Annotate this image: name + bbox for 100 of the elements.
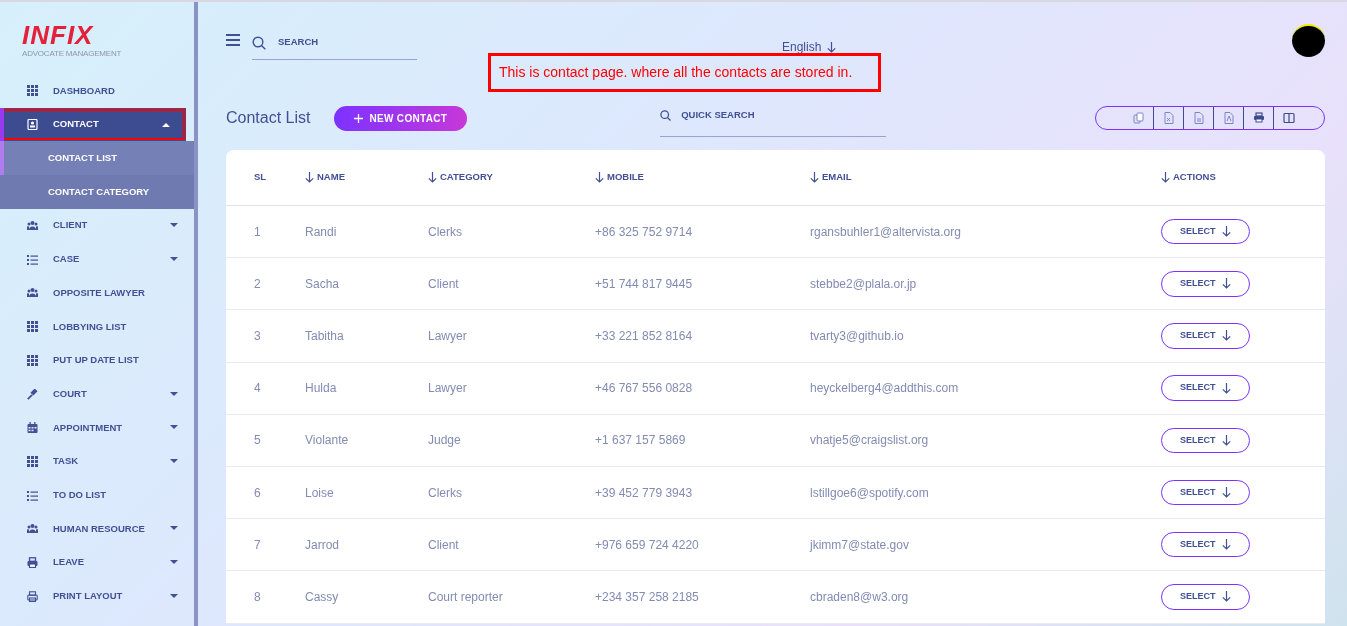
sidebar-item[interactable]: CLIENT <box>0 208 194 243</box>
select-button[interactable]: SELECT <box>1161 584 1250 610</box>
select-button[interactable]: SELECT <box>1161 479 1250 506</box>
sidebar-item[interactable]: TASK <box>0 444 194 479</box>
table-cell-text: Judge <box>428 432 461 450</box>
table-cell-text: cbraden8@w3.org <box>810 588 909 606</box>
table-cell-text: +234 357 258 2185 <box>595 588 699 606</box>
language-selector[interactable]: English <box>782 38 837 56</box>
sidebar-item[interactable]: APPOINTMENT <box>0 410 194 445</box>
new-contact-button[interactable]: NEW CONTACT <box>334 105 468 131</box>
menu-icon[interactable] <box>226 34 240 46</box>
arrow-down-icon <box>1221 382 1231 394</box>
column-header: ACTIONS <box>1173 170 1216 185</box>
annotation-note: This is contact page. where all the contacts are stored in. <box>488 53 882 92</box>
select-button[interactable]: SELECT <box>1161 323 1250 349</box>
arrow-down-icon <box>1221 487 1231 499</box>
table-cell-text: 7 <box>254 536 261 554</box>
arrow-down-icon <box>1221 539 1231 551</box>
select-button[interactable]: SELECT <box>1161 427 1250 454</box>
table-cell-text: lstillgoe6@spotify.com <box>810 484 929 502</box>
grid-icon <box>27 354 38 366</box>
sidebar-item[interactable]: DASHBOARD <box>0 74 194 108</box>
arrow-down-icon <box>1221 591 1231 603</box>
table-cell-text: +33 221 852 8164 <box>595 327 693 345</box>
table-cell-text: 8 <box>254 588 261 606</box>
table-cell-text: Clerks <box>428 484 462 502</box>
table-cell-text: +1 637 157 5869 <box>595 432 686 450</box>
logo-text: INFIX <box>22 22 95 48</box>
table-cell-text: Randi <box>305 223 337 241</box>
arrow-down-icon <box>1221 278 1231 290</box>
table-cell-text: Hulda <box>305 380 337 398</box>
search-field[interactable]: SEARCH <box>276 34 396 51</box>
arrow-down-icon <box>1221 434 1231 446</box>
copy-icon <box>1132 112 1145 124</box>
users-icon <box>27 287 38 299</box>
plus-icon <box>354 113 364 123</box>
select-button[interactable]: SELECT <box>1161 375 1250 401</box>
excel-file-icon <box>1162 112 1175 124</box>
sidebar-item[interactable]: CONTACT <box>0 107 186 142</box>
users-icon <box>27 220 38 232</box>
grid-icon <box>27 455 38 467</box>
users-icon <box>27 523 38 535</box>
column-header: MOBILE <box>607 170 644 185</box>
sidebar-item[interactable]: TO DO LIST <box>0 478 194 512</box>
sidebar-item[interactable]: PRINT LAYOUT <box>0 579 194 613</box>
table-cell-text: 4 <box>254 380 261 398</box>
sidebar-item[interactable]: CASE <box>0 242 194 277</box>
gavel-icon <box>27 388 38 400</box>
printer-icon <box>27 590 38 602</box>
table-cell-text: vhatje5@craigslist.org <box>810 432 929 450</box>
sidebar-item[interactable]: HUMAN RESOURCE <box>0 511 194 546</box>
column-header: NAME <box>317 170 345 185</box>
table-cell-text: 3 <box>254 327 261 345</box>
table-cell-text: Client <box>428 275 459 293</box>
submenu-item[interactable]: CONTACT LIST <box>0 141 194 176</box>
table-cell-text: +976 659 724 4220 <box>595 536 699 554</box>
table-cell-text: Tabitha <box>305 327 344 345</box>
table-cell-text: +46 767 556 0828 <box>595 380 693 398</box>
list-icon <box>27 489 38 501</box>
table-cell-text: 6 <box>254 484 261 502</box>
address-book-icon <box>27 119 38 131</box>
grid-icon <box>27 321 38 333</box>
document-icon <box>1192 112 1205 124</box>
sidebar-item[interactable]: COURT <box>0 377 194 411</box>
table-cell-text: +39 452 779 3943 <box>595 484 693 502</box>
table-cell-text: Lawyer <box>428 380 467 398</box>
table-cell-text: Cassy <box>305 588 339 606</box>
arrow-down-icon <box>827 41 837 53</box>
logo-tagline: ADVOCATE MANAGEMENT <box>22 48 123 60</box>
sidebar-item[interactable]: PUT UP DATE LIST <box>0 343 194 378</box>
calendar-icon <box>27 422 38 434</box>
column-header: CATEGORY <box>440 170 493 185</box>
sidebar-item[interactable]: LEAVE <box>0 545 194 580</box>
table-cell-text: Jarrod <box>305 536 339 554</box>
table-cell-text: +51 744 817 9445 <box>595 275 693 293</box>
avatar[interactable] <box>1292 23 1325 57</box>
page-title: Contact List <box>226 108 311 128</box>
table-cell-text: Client <box>428 536 459 554</box>
quick-search-field[interactable]: QUICK SEARCH <box>679 107 800 124</box>
table-cell-text: heyckelberg4@addthis.com <box>810 380 959 398</box>
sidebar-item[interactable]: OPPOSITE LAWYER <box>0 276 194 310</box>
submenu-item[interactable]: CONTACT CATEGORY <box>0 175 194 209</box>
grid-icon <box>27 85 38 97</box>
sidebar-item[interactable]: LOBBYING LIST <box>0 309 194 344</box>
table-cell-text: Violante <box>305 432 349 450</box>
table-cell-text: +86 325 752 9714 <box>595 223 693 241</box>
list-icon <box>27 253 38 265</box>
table-cell-text: jkimm7@state.gov <box>810 536 909 554</box>
column-header: EMAIL <box>822 170 852 185</box>
select-button[interactable]: SELECT <box>1161 531 1250 558</box>
table-cell-text: 1 <box>254 223 261 241</box>
table-cell-text: Lawyer <box>428 327 467 345</box>
arrow-down-icon <box>1221 330 1231 342</box>
table-cell-text: rgansbuhler1@altervista.org <box>810 223 961 241</box>
table-cell-text: 2 <box>254 275 261 293</box>
select-button[interactable]: SELECT <box>1161 271 1250 297</box>
select-button[interactable]: SELECT <box>1161 218 1250 245</box>
search-icon <box>252 35 266 50</box>
table-cell-text: Loise <box>305 484 334 502</box>
table-cell-text: tvarty3@github.io <box>810 327 904 345</box>
